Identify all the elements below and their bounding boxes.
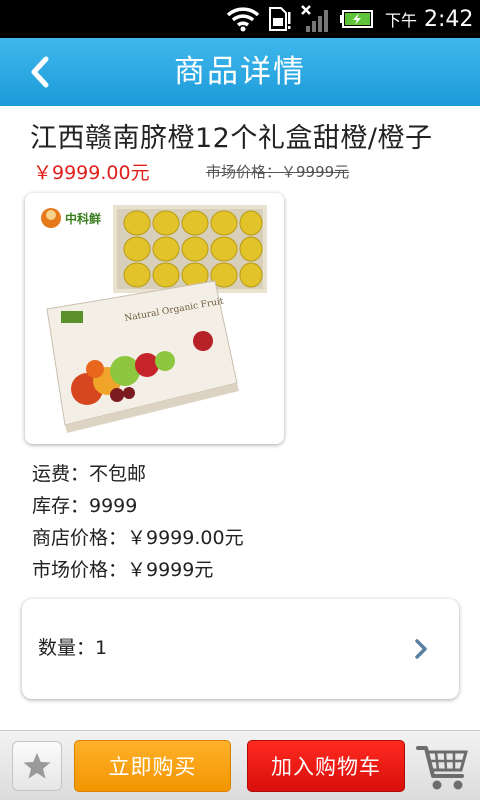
time-ampm: 下午 [385,11,418,30]
page-title: 商品详情 [174,54,306,90]
shopping-cart-button[interactable] [414,739,472,795]
no-signal-icon [300,0,332,38]
product-image-card[interactable]: Natural Organic Fruit 中科鲜 [25,193,284,444]
chevron-right-icon [415,639,427,659]
sim-card-icon [268,0,292,38]
market-price-strikethrough: 市场价格：￥9999元 [206,163,350,181]
favorite-button[interactable] [12,741,62,791]
shop-price-info: 商店价格：￥9999.00元 [32,527,244,549]
quantity-label: 数量：1 [38,637,108,659]
clock-time: 2:42 [424,6,474,32]
star-icon [23,753,51,779]
product-price: ￥9999.00元 [33,162,150,184]
add-to-cart-button[interactable]: 加入购物车 [247,740,405,792]
battery-charging-icon [340,0,374,38]
freight-info: 运费：不包邮 [32,463,147,485]
market-price-info: 市场价格：￥9999元 [32,559,214,581]
status-bar: 下午 2:42 [0,0,480,38]
bottom-action-bar: 立即购买 加入购物车 [0,730,480,800]
quantity-selector[interactable]: 数量：1 [22,599,459,699]
svg-text:中科鲜: 中科鲜 [65,211,101,226]
wifi-icon [226,0,260,38]
shopping-cart-icon [416,746,468,790]
title-bar: 商品详情 [0,38,480,106]
product-image: Natural Organic Fruit 中科鲜 [25,193,284,444]
product-name: 江西赣南脐橙12个礼盒甜橙/橙子 [30,123,433,154]
stock-info: 库存：9999 [32,495,138,517]
buy-now-button[interactable]: 立即购买 [74,740,231,792]
